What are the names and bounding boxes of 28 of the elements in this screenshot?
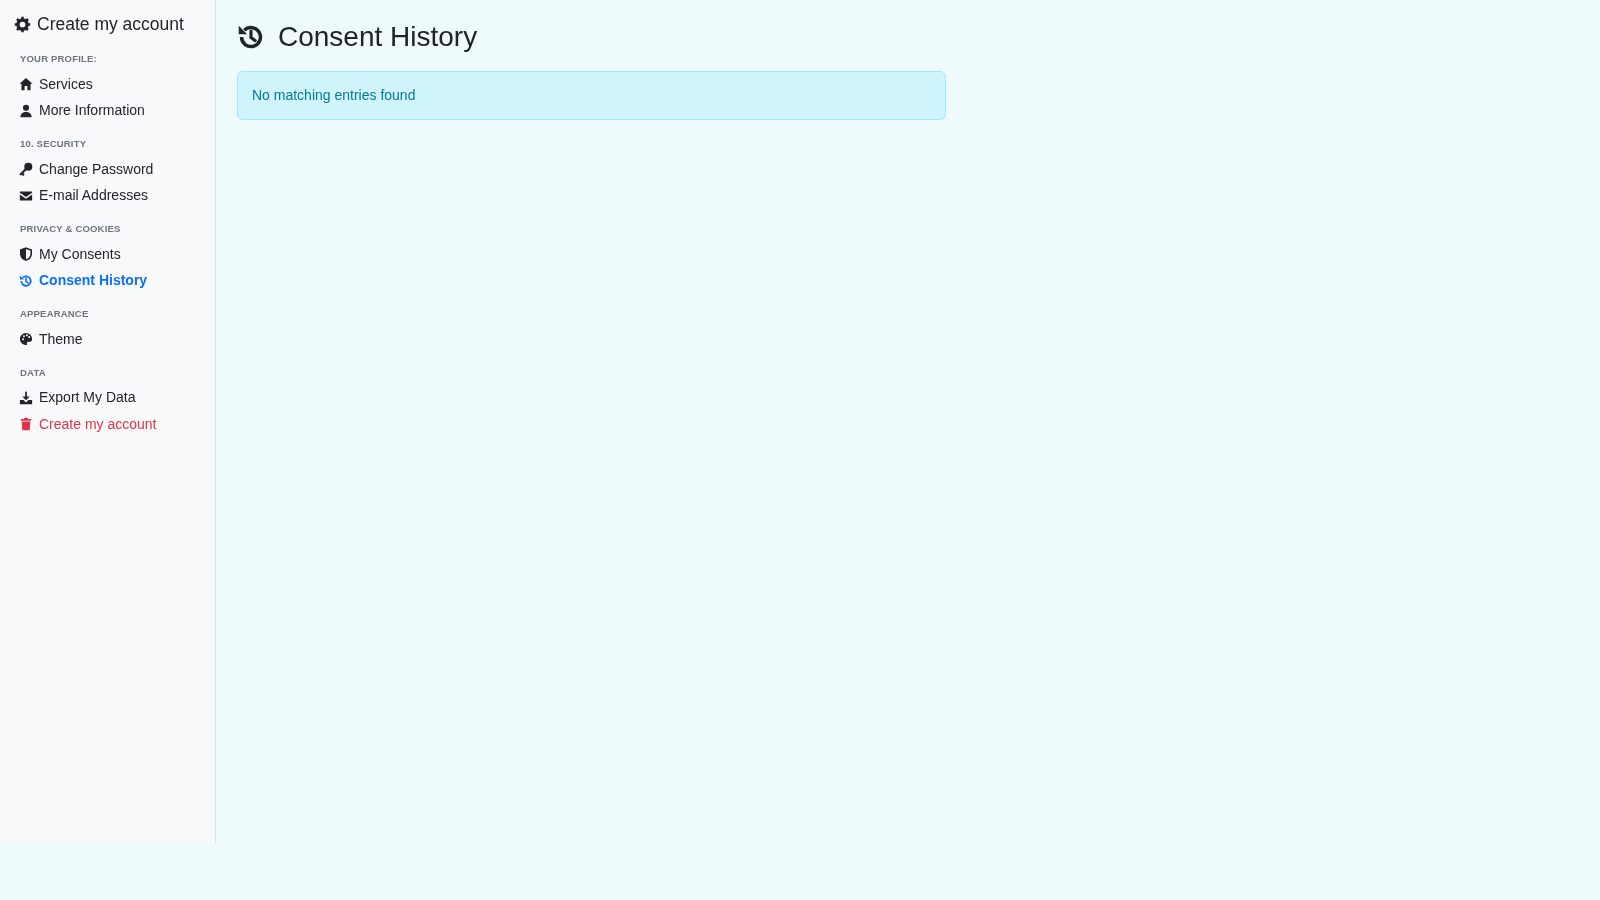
sidebar-link[interactable]: Change Password xyxy=(0,156,154,183)
section-heading: DATA xyxy=(19,365,47,380)
trash-icon xyxy=(19,417,33,432)
key-icon xyxy=(19,162,33,177)
page-title: Consent History xyxy=(278,20,478,54)
section-heading: YOUR PROFILE: xyxy=(19,52,98,66)
palette-icon xyxy=(19,332,33,347)
section-heading: APPEARANCE xyxy=(19,307,90,321)
sidebar-link[interactable]: More Information xyxy=(0,97,145,124)
sidebar-link[interactable]: Services xyxy=(0,71,93,98)
envelope-icon xyxy=(19,188,33,203)
sidebar-title: Create my account xyxy=(37,13,184,36)
person-icon xyxy=(19,103,33,118)
section-heading: PRIVACY & COOKIES xyxy=(19,222,122,236)
history-icon xyxy=(237,23,265,51)
sidebar-link[interactable]: Consent History xyxy=(0,267,148,294)
shield-icon xyxy=(19,247,33,262)
history-icon xyxy=(19,273,33,288)
gear-icon xyxy=(14,16,31,33)
download-icon xyxy=(19,390,33,405)
section-heading: 10. SECURITY xyxy=(19,137,88,151)
house-icon xyxy=(19,77,33,92)
sidebar-link[interactable]: Export My Data xyxy=(0,384,136,411)
sidebar-link[interactable]: Create my account xyxy=(0,411,157,438)
sidebar-link[interactable]: My Consents xyxy=(0,241,121,268)
sidebar-link[interactable]: E-mail Addresses xyxy=(0,182,148,209)
empty-state-alert: No matching entries found xyxy=(237,71,946,120)
sidebar-link[interactable]: Theme xyxy=(0,326,83,353)
